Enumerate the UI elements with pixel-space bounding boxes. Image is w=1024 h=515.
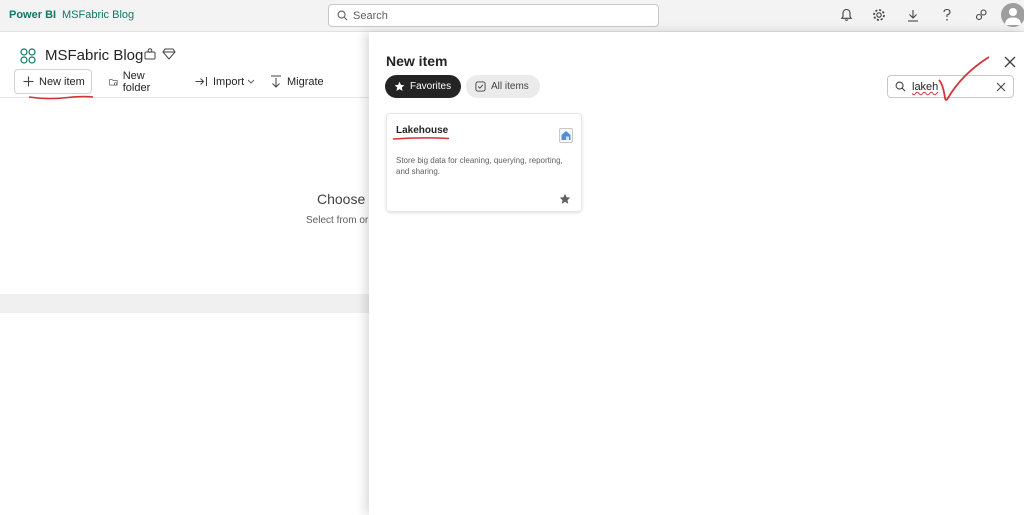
help-icon[interactable] bbox=[939, 7, 955, 23]
tab-all-items[interactable]: All items bbox=[466, 75, 540, 98]
chevron-down-icon bbox=[247, 79, 255, 84]
bell-icon[interactable] bbox=[838, 7, 854, 23]
item-card-lakehouse[interactable]: Lakehouse Store big data for cleaning, q… bbox=[386, 113, 582, 212]
import-icon bbox=[195, 77, 207, 86]
brand-link[interactable]: Power BI bbox=[9, 9, 56, 21]
panel-title: New item bbox=[386, 53, 448, 69]
tab-favorites[interactable]: Favorites bbox=[385, 75, 461, 98]
workspace-title: MSFabric Blog bbox=[45, 47, 144, 64]
card-description: Store big data for cleaning, querying, r… bbox=[396, 156, 563, 176]
search-placeholder: Search bbox=[353, 10, 388, 22]
card-title: Lakehouse bbox=[396, 125, 449, 136]
close-icon[interactable] bbox=[1003, 55, 1017, 69]
annotation-underline bbox=[28, 95, 94, 100]
migrate-label: Migrate bbox=[287, 75, 324, 88]
annotation-underline bbox=[392, 137, 450, 140]
new-item-panel: New item Favorites All items lakeh Lakeh… bbox=[369, 32, 1024, 515]
favorite-star-icon[interactable] bbox=[559, 193, 571, 205]
tab-favorites-label: Favorites bbox=[410, 81, 452, 92]
workspace-band bbox=[0, 294, 370, 313]
empty-state-subtitle: Select from or bbox=[306, 215, 369, 226]
avatar-icon bbox=[1005, 8, 1021, 25]
search-icon bbox=[895, 81, 906, 92]
item-search-value: lakeh bbox=[912, 81, 939, 93]
gear-icon[interactable] bbox=[871, 7, 887, 23]
workspace-identity-icon[interactable] bbox=[143, 47, 157, 66]
annotation-checkmark bbox=[938, 56, 990, 101]
clear-search-icon[interactable] bbox=[996, 82, 1006, 92]
tab-all-items-label: All items bbox=[491, 81, 529, 92]
premium-diamond-icon[interactable] bbox=[162, 47, 176, 66]
migrate-icon bbox=[271, 75, 281, 88]
new-item-label: New item bbox=[39, 75, 85, 88]
download-icon[interactable] bbox=[905, 7, 921, 23]
share-icon[interactable] bbox=[973, 7, 989, 23]
search-icon bbox=[337, 10, 348, 21]
workspace-icon bbox=[18, 46, 38, 71]
global-search-input[interactable]: Search bbox=[328, 4, 659, 27]
new-folder-button[interactable]: New folder bbox=[109, 69, 156, 94]
lakehouse-icon bbox=[559, 128, 573, 143]
migrate-button[interactable]: Migrate bbox=[270, 69, 324, 94]
import-label: Import bbox=[213, 75, 245, 88]
folder-icon bbox=[109, 78, 118, 85]
all-items-icon bbox=[475, 81, 486, 92]
workspace-breadcrumb[interactable]: MSFabric Blog bbox=[62, 9, 134, 21]
plus-icon bbox=[23, 76, 34, 87]
new-item-button[interactable]: New item bbox=[14, 69, 92, 94]
top-bar: Power BI MSFabric Blog Search bbox=[0, 0, 1024, 32]
new-folder-label: New folder bbox=[122, 69, 151, 94]
empty-state-title: Choose bbox=[317, 191, 366, 207]
star-icon bbox=[394, 81, 405, 91]
avatar[interactable] bbox=[1001, 3, 1024, 27]
import-button[interactable]: Import bbox=[195, 69, 260, 94]
